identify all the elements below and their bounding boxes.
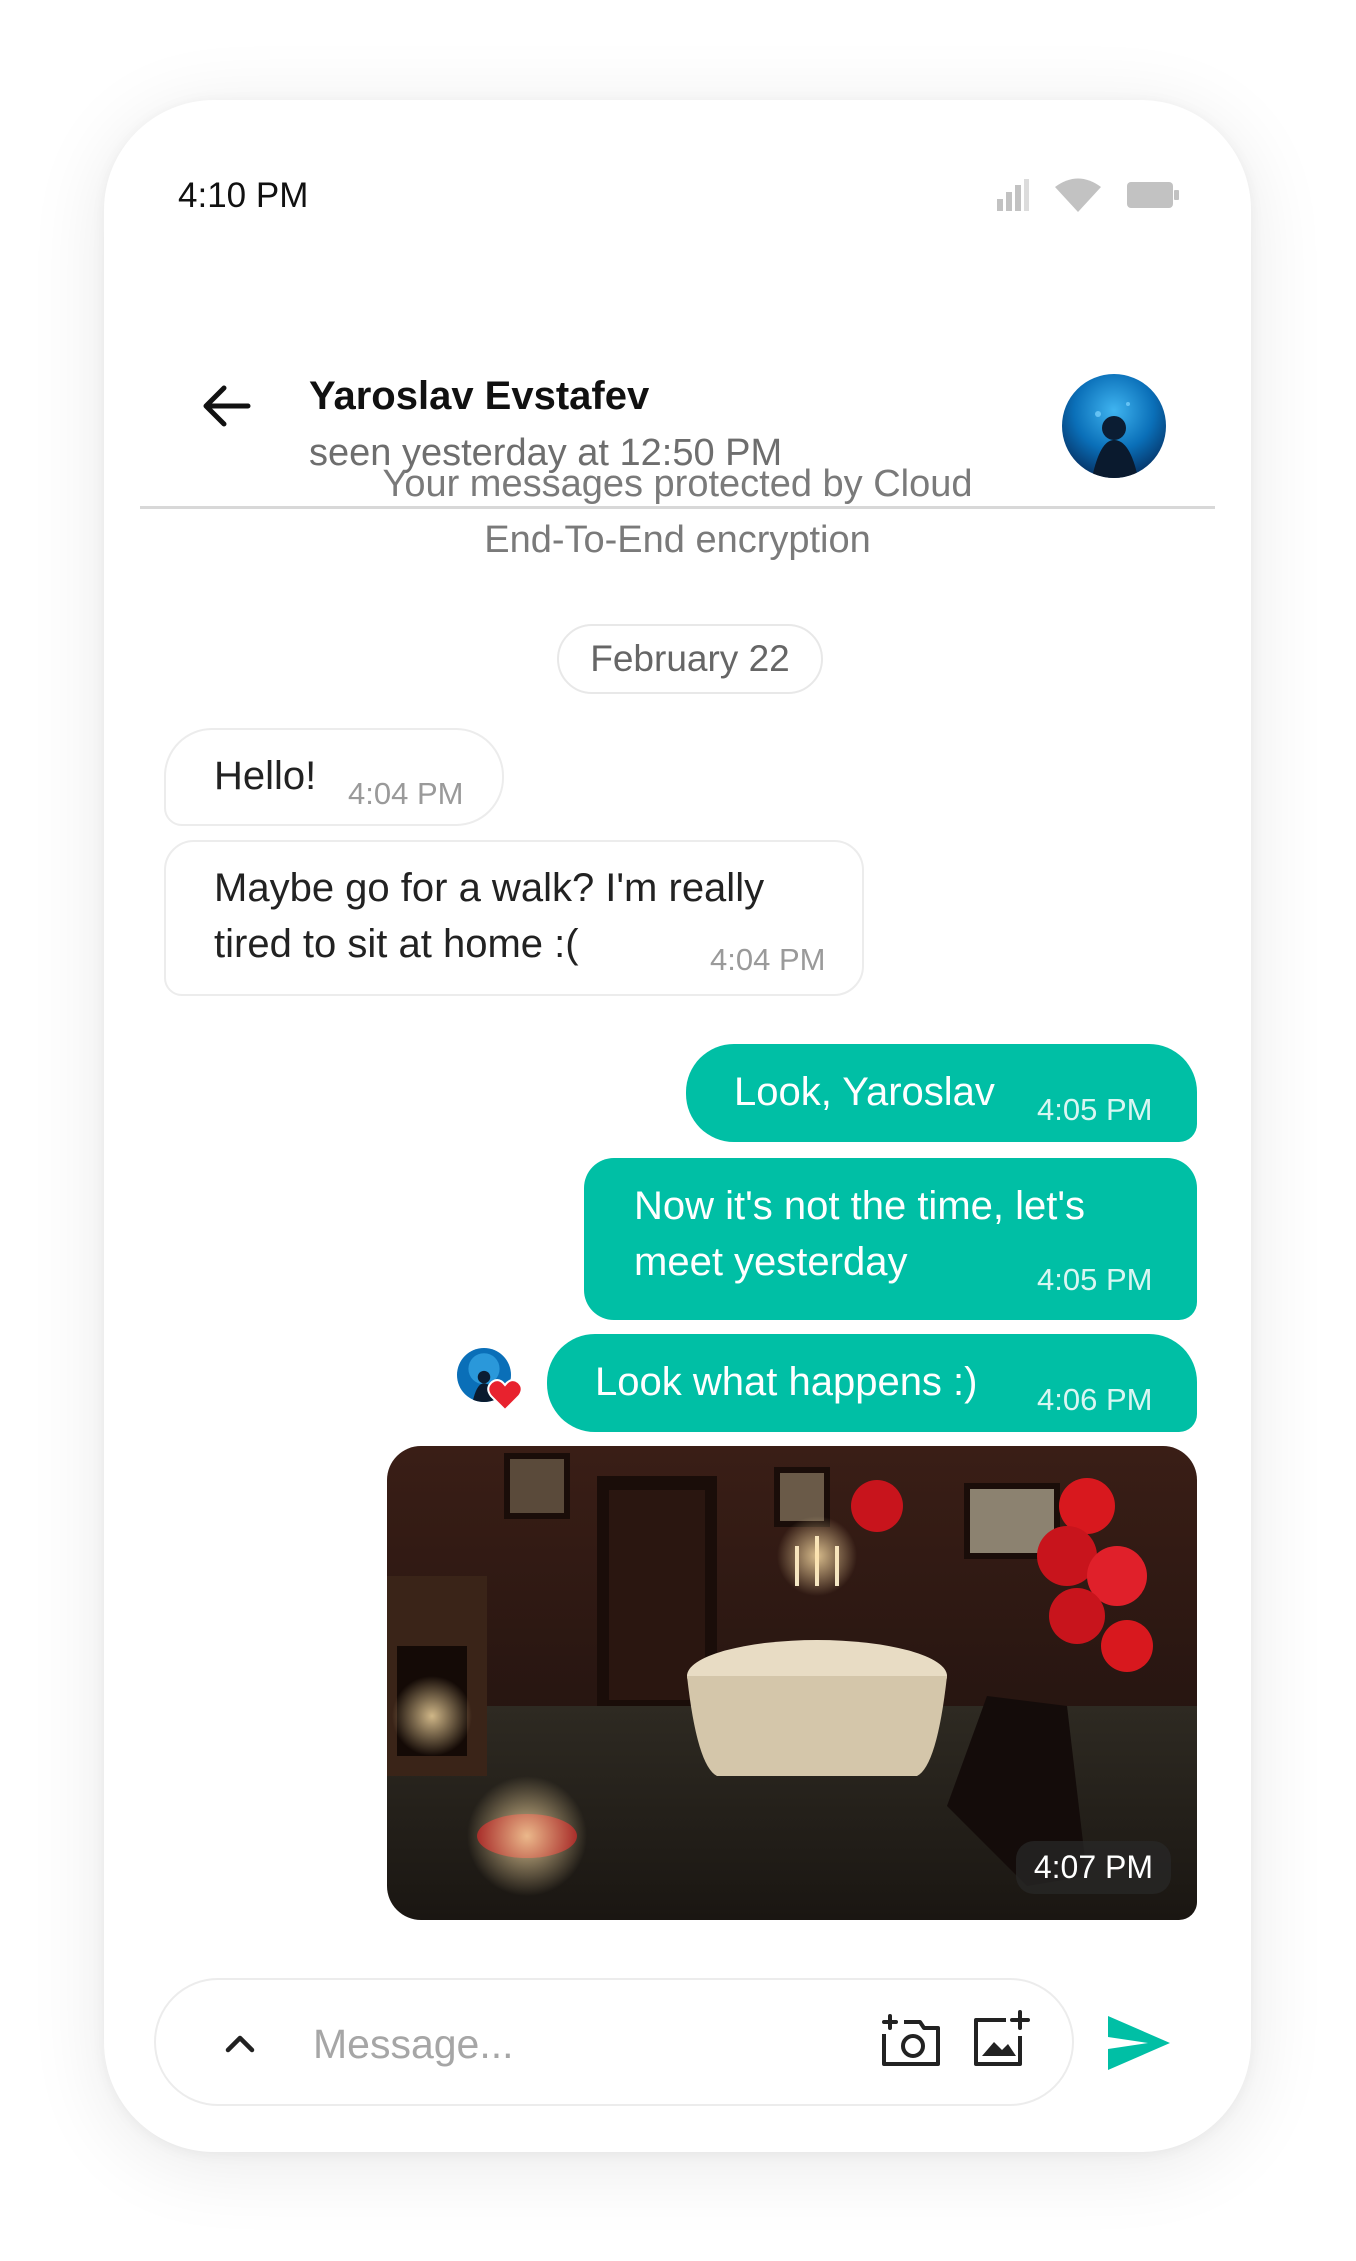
message-text: Hello! xyxy=(214,754,317,798)
expand-button[interactable] xyxy=(216,2020,264,2068)
battery-icon xyxy=(1127,182,1179,208)
message-bubble-outgoing[interactable]: Look, Yaroslav 4:05 PM xyxy=(686,1044,1197,1142)
arrow-left-icon xyxy=(203,385,251,427)
message-bubble-incoming[interactable]: Hello! 4:04 PM xyxy=(164,728,504,826)
photo-message[interactable]: 4:07 PM xyxy=(387,1446,1197,1920)
status-time: 4:10 PM xyxy=(178,176,309,215)
gallery-button[interactable] xyxy=(970,2008,1032,2070)
message-time: 4:05 PM xyxy=(1037,1092,1153,1127)
phone-frame: 4:10 PM Yaroslav Evstafev seen yesterday… xyxy=(104,100,1251,2152)
chevron-up-icon xyxy=(225,2035,255,2053)
photo-time: 4:07 PM xyxy=(1015,1841,1171,1894)
message-time: 4:04 PM xyxy=(348,776,464,811)
status-icons xyxy=(995,178,1179,212)
message-text: Look, Yaroslav xyxy=(734,1070,995,1114)
message-bubble-outgoing[interactable]: Look what happens :) 4:06 PM xyxy=(547,1334,1197,1432)
heart-icon xyxy=(487,1379,523,1412)
send-icon xyxy=(1108,2016,1170,2070)
send-button[interactable] xyxy=(1104,2008,1174,2078)
image-add-icon xyxy=(974,2010,1030,2066)
contact-name[interactable]: Yaroslav Evstafev xyxy=(309,374,649,419)
status-bar: 4:10 PM xyxy=(104,100,1251,230)
back-button[interactable] xyxy=(196,376,256,436)
camera-add-icon xyxy=(882,2014,940,2066)
camera-button[interactable] xyxy=(880,2010,942,2072)
message-composer xyxy=(154,1978,1074,2106)
message-bubble-incoming[interactable]: Maybe go for a walk? I'm really tired to… xyxy=(164,840,864,996)
message-time: 4:04 PM xyxy=(710,942,826,977)
signal-icon xyxy=(997,179,1029,211)
message-time: 4:05 PM xyxy=(1037,1262,1153,1297)
message-text: Look what happens :) xyxy=(595,1360,978,1404)
wifi-icon xyxy=(1055,178,1101,212)
message-bubble-outgoing[interactable]: Now it's not the time, let's meet yester… xyxy=(584,1158,1197,1320)
message-time: 4:06 PM xyxy=(1037,1382,1153,1417)
message-reaction[interactable] xyxy=(457,1348,523,1412)
encryption-note-text: Your messages protected by Cloud End-To-… xyxy=(382,463,973,561)
date-separator: February 22 xyxy=(557,624,823,694)
encryption-note: Your messages protected by Cloud End-To-… xyxy=(104,456,1251,568)
message-input[interactable] xyxy=(311,2008,815,2080)
